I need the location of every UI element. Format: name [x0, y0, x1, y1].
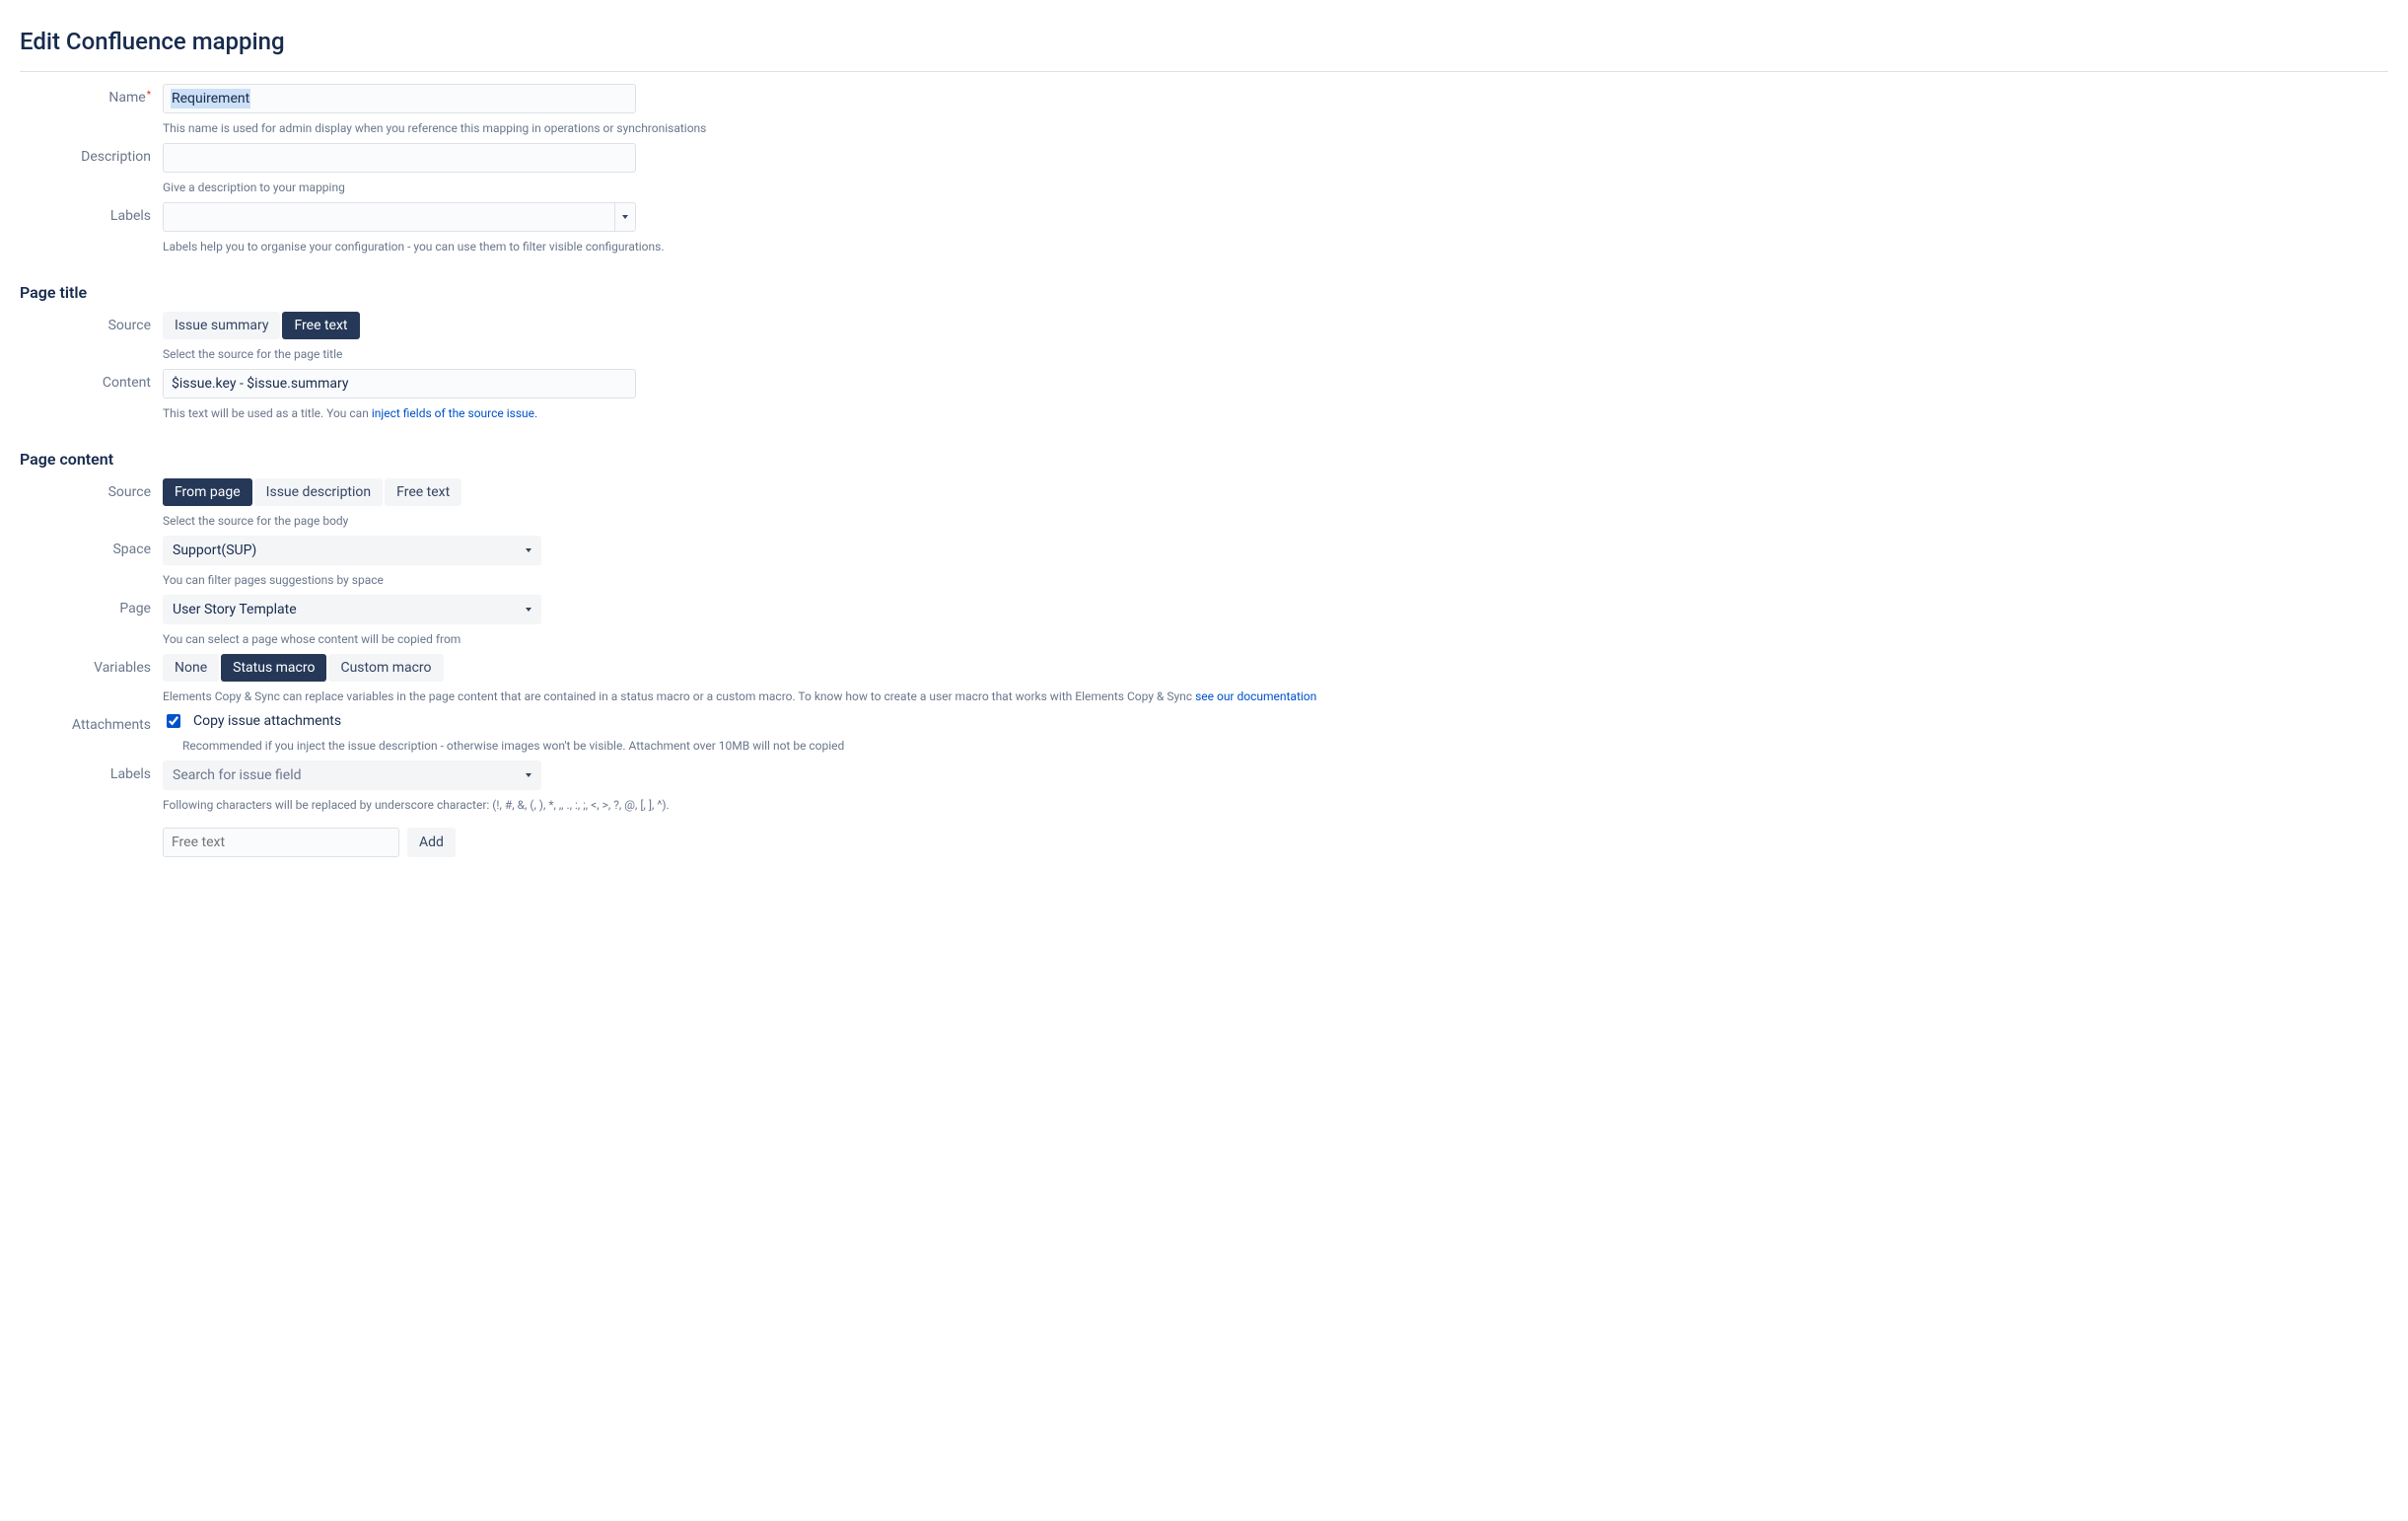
title-content-label: Content: [20, 369, 163, 391]
attachments-help: Recommended if you inject the issue desc…: [163, 737, 1346, 755]
content-source-free-text[interactable]: Free text: [385, 478, 461, 506]
chevron-down-icon: [526, 773, 531, 777]
title-source-label: Source: [20, 312, 163, 333]
variables-label: Variables: [20, 654, 163, 676]
name-help: This name is used for admin display when…: [163, 119, 1346, 137]
name-label: Name*: [20, 84, 163, 106]
page-title-section-heading: Page title: [20, 283, 2388, 302]
variables-status-macro[interactable]: Status macro: [221, 654, 326, 682]
space-select[interactable]: Support(SUP): [163, 536, 541, 565]
inject-fields-link[interactable]: inject fields of the source issue.: [372, 406, 537, 420]
required-indicator: *: [147, 90, 151, 101]
space-label: Space: [20, 536, 163, 557]
chevron-down-icon: [526, 608, 531, 612]
content-labels-help: Following characters will be replaced by…: [163, 796, 1346, 814]
labels-help: Labels help you to organise your configu…: [163, 238, 1346, 255]
copy-attachments-label: Copy issue attachments: [193, 713, 341, 729]
chevron-down-icon: [526, 548, 531, 552]
page-help: You can select a page whose content will…: [163, 630, 1346, 648]
content-labels-select[interactable]: Search for issue field: [163, 760, 541, 790]
content-labels-label: Labels: [20, 760, 163, 782]
space-help: You can filter pages suggestions by spac…: [163, 571, 1346, 589]
content-source-help: Select the source for the page body: [163, 512, 1346, 530]
page-select[interactable]: User Story Template: [163, 595, 541, 624]
title-content-help: This text will be used as a title. You c…: [163, 404, 1346, 422]
variables-help: Elements Copy & Sync can replace variabl…: [163, 688, 1346, 705]
add-button[interactable]: Add: [407, 828, 456, 857]
title-source-help: Select the source for the page title: [163, 345, 1346, 363]
content-source-label: Source: [20, 478, 163, 500]
content-source-from-page[interactable]: From page: [163, 478, 252, 506]
description-help: Give a description to your mapping: [163, 179, 1346, 196]
title-source-issue-summary[interactable]: Issue summary: [163, 312, 280, 339]
description-label: Description: [20, 143, 163, 165]
name-input[interactable]: Requirement: [163, 84, 636, 113]
description-input[interactable]: [163, 143, 636, 173]
labels-dropdown-button[interactable]: [614, 202, 636, 232]
page-content-section-heading: Page content: [20, 450, 2388, 469]
title-content-input[interactable]: [163, 369, 636, 398]
content-source-issue-description[interactable]: Issue description: [254, 478, 383, 506]
variables-none[interactable]: None: [163, 654, 219, 682]
content-source-toggle: From page Issue description Free text: [163, 478, 463, 506]
chevron-down-icon: [622, 215, 628, 219]
page-label: Page: [20, 595, 163, 616]
labels-label: Labels: [20, 202, 163, 224]
variables-toggle: None Status macro Custom macro: [163, 654, 446, 682]
title-source-free-text[interactable]: Free text: [282, 312, 359, 339]
variables-custom-macro[interactable]: Custom macro: [328, 654, 443, 682]
free-text-input[interactable]: [163, 828, 399, 857]
copy-attachments-checkbox[interactable]: [167, 714, 180, 728]
title-source-toggle: Issue summary Free text: [163, 312, 362, 339]
page-heading: Edit Confluence mapping: [20, 28, 2388, 72]
attachments-label: Attachments: [20, 711, 163, 733]
documentation-link[interactable]: see our documentation: [1195, 689, 1316, 703]
labels-input[interactable]: [163, 202, 614, 232]
